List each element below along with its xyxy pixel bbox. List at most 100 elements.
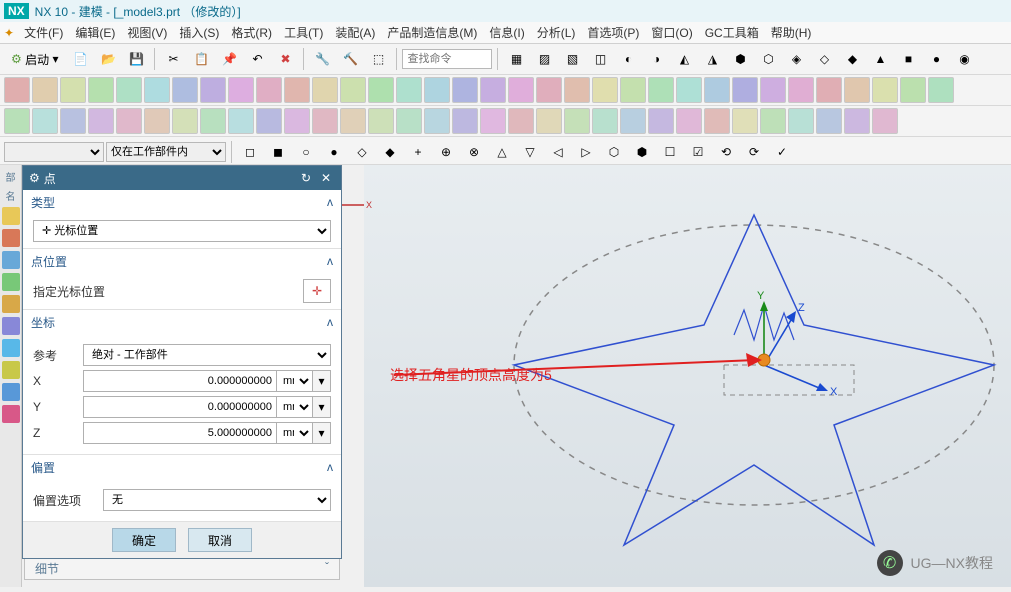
section-type-header[interactable]: 类型ʌ [23, 190, 341, 214]
view-icon[interactable]: ◉ [951, 46, 977, 72]
view-icon[interactable]: ◑ [643, 46, 669, 72]
z-dropdown-icon[interactable]: ▾ [313, 422, 331, 444]
x-unit[interactable]: mm [277, 370, 313, 392]
feature-icon[interactable] [60, 77, 86, 103]
modeling-icon[interactable] [620, 108, 646, 134]
modeling-icon[interactable] [256, 108, 282, 134]
y-dropdown-icon[interactable]: ▾ [313, 396, 331, 418]
y-input[interactable] [83, 396, 277, 418]
copy-icon[interactable]: 📋 [188, 46, 214, 72]
view-icon[interactable]: ◮ [699, 46, 725, 72]
nav-icon[interactable] [2, 229, 20, 247]
section-coord-header[interactable]: 坐标ʌ [23, 310, 341, 334]
feature-icon[interactable] [424, 77, 450, 103]
modeling-icon[interactable] [60, 108, 86, 134]
view-icon[interactable]: ■ [895, 46, 921, 72]
feature-icon[interactable] [88, 77, 114, 103]
feature-icon[interactable] [396, 77, 422, 103]
feature-icon[interactable] [816, 77, 842, 103]
menu-help[interactable]: 帮助(H) [765, 24, 818, 41]
selection-icon[interactable]: ☑ [685, 139, 711, 165]
selection-icon[interactable]: ○ [293, 139, 319, 165]
modeling-icon[interactable] [340, 108, 366, 134]
feature-icon[interactable] [172, 77, 198, 103]
feature-icon[interactable] [536, 77, 562, 103]
menu-gctoolbox[interactable]: GC工具箱 [699, 24, 765, 41]
selection-icon[interactable]: △ [489, 139, 515, 165]
feature-icon[interactable] [760, 77, 786, 103]
z-input[interactable] [83, 422, 277, 444]
feature-icon[interactable] [4, 77, 30, 103]
menu-insert[interactable]: 插入(S) [173, 24, 225, 41]
nav-icon[interactable] [2, 207, 20, 225]
feature-icon[interactable] [592, 77, 618, 103]
nav-icon[interactable] [2, 273, 20, 291]
ok-button[interactable]: 确定 [112, 528, 176, 552]
modeling-icon[interactable] [872, 108, 898, 134]
dialog-close-icon[interactable]: ✕ [317, 169, 335, 187]
tab-part[interactable]: 部 [6, 169, 16, 184]
selection-icon[interactable]: ☐ [657, 139, 683, 165]
assembly-selector[interactable] [4, 142, 104, 162]
selection-icon[interactable]: ⬢ [629, 139, 655, 165]
selection-icon[interactable]: ◼ [265, 139, 291, 165]
nav-icon[interactable] [2, 295, 20, 313]
modeling-icon[interactable] [200, 108, 226, 134]
cube-icon[interactable]: ◫ [587, 46, 613, 72]
view-icon[interactable]: ◇ [811, 46, 837, 72]
new-icon[interactable]: 📄 [67, 46, 93, 72]
selection-icon[interactable]: ▷ [573, 139, 599, 165]
scope-selector[interactable]: 仅在工作部件内 [106, 142, 226, 162]
modeling-icon[interactable] [88, 108, 114, 134]
feature-icon[interactable] [788, 77, 814, 103]
modeling-icon[interactable] [396, 108, 422, 134]
feature-icon[interactable] [508, 77, 534, 103]
selection-icon[interactable]: ⊗ [461, 139, 487, 165]
menu-pmi[interactable]: 产品制造信息(M) [381, 24, 483, 41]
feature-icon[interactable] [144, 77, 170, 103]
modeling-icon[interactable] [564, 108, 590, 134]
tool-icon[interactable]: 🔨 [337, 46, 363, 72]
menu-info[interactable]: 信息(I) [483, 24, 530, 41]
view-icon[interactable]: ● [923, 46, 949, 72]
tab-detail[interactable]: 细节ˇ [24, 557, 340, 580]
feature-icon[interactable] [676, 77, 702, 103]
feature-icon[interactable] [284, 77, 310, 103]
section-offset-header[interactable]: 偏置ʌ [23, 455, 341, 479]
menu-preferences[interactable]: 首选项(P) [581, 24, 645, 41]
open-icon[interactable]: 📂 [95, 46, 121, 72]
modeling-icon[interactable] [480, 108, 506, 134]
feature-icon[interactable] [256, 77, 282, 103]
y-unit[interactable]: mm [277, 396, 313, 418]
modeling-icon[interactable] [368, 108, 394, 134]
view-icon[interactable]: ◈ [783, 46, 809, 72]
pick-point-button[interactable]: ✛ [303, 279, 331, 303]
dialog-reset-icon[interactable]: ↻ [297, 169, 315, 187]
feature-icon[interactable] [116, 77, 142, 103]
modeling-icon[interactable] [4, 108, 30, 134]
modeling-icon[interactable] [536, 108, 562, 134]
menu-file[interactable]: 文件(F) [18, 24, 69, 41]
paste-icon[interactable]: 📌 [216, 46, 242, 72]
selection-icon[interactable]: ⬡ [601, 139, 627, 165]
cube-icon[interactable]: ▨ [531, 46, 557, 72]
modeling-icon[interactable] [312, 108, 338, 134]
selection-icon[interactable]: ◁ [545, 139, 571, 165]
menu-icon[interactable]: ✦ [4, 26, 14, 40]
modeling-icon[interactable] [760, 108, 786, 134]
ref-selector[interactable]: 绝对 - 工作部件 [83, 344, 331, 366]
feature-icon[interactable] [452, 77, 478, 103]
modeling-icon[interactable] [424, 108, 450, 134]
feature-icon[interactable] [564, 77, 590, 103]
feature-icon[interactable] [844, 77, 870, 103]
selection-icon[interactable]: ⟲ [713, 139, 739, 165]
feature-icon[interactable] [928, 77, 954, 103]
feature-icon[interactable] [648, 77, 674, 103]
tab-name[interactable]: 名 [6, 188, 16, 203]
cut-icon[interactable]: ✂ [160, 46, 186, 72]
dialog-titlebar[interactable]: ⚙ 点 ↻ ✕ [23, 166, 341, 190]
selection-icon[interactable]: ◆ [377, 139, 403, 165]
offset-selector[interactable]: 无 [103, 489, 331, 511]
menu-assembly[interactable]: 装配(A) [329, 24, 381, 41]
selection-icon[interactable]: ◇ [349, 139, 375, 165]
